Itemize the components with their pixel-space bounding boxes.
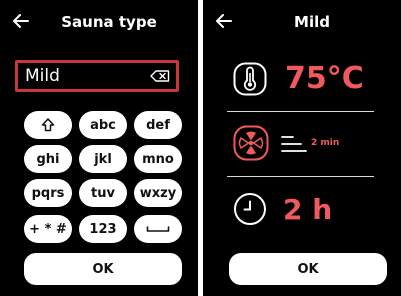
arrow-left-icon bbox=[13, 14, 29, 28]
backspace-icon bbox=[150, 70, 170, 82]
key-label: ghi bbox=[36, 151, 60, 167]
ok-label: OK bbox=[297, 261, 319, 277]
key-label: pqrs bbox=[31, 185, 65, 201]
key-label: mno bbox=[142, 151, 174, 167]
key-mno[interactable]: mno bbox=[134, 145, 182, 173]
key-wxzy[interactable]: wxzy bbox=[134, 179, 182, 207]
key-jkl[interactable]: jkl bbox=[79, 145, 127, 173]
key-def[interactable]: def bbox=[134, 111, 182, 139]
key-label: wxzy bbox=[139, 185, 177, 201]
key-label: tuv bbox=[91, 185, 115, 201]
key-pqrs[interactable]: pqrs bbox=[24, 179, 72, 207]
key-ghi[interactable]: ghi bbox=[24, 145, 72, 173]
temperature-value: 75°C bbox=[285, 61, 364, 96]
key-abc[interactable]: abc bbox=[79, 111, 127, 139]
key-label: abc bbox=[90, 117, 116, 133]
key-symbols[interactable]: + * # bbox=[24, 215, 72, 243]
sauna-program-screen: Mild 75°C 2 min 2 h OK bbox=[203, 0, 401, 296]
clock-icon bbox=[234, 193, 266, 225]
page-title: Sauna type bbox=[61, 13, 157, 31]
thermometer-icon bbox=[233, 62, 267, 96]
temperature-setting-button[interactable] bbox=[233, 62, 267, 100]
input-value: Mild bbox=[25, 66, 60, 86]
divider bbox=[227, 111, 374, 112]
fan-setting-button[interactable] bbox=[233, 125, 269, 165]
ok-label: OK bbox=[92, 261, 114, 277]
sauna-name-input[interactable]: Mild bbox=[15, 60, 179, 92]
key-numbers[interactable]: 123 bbox=[79, 215, 127, 243]
page-title: Mild bbox=[294, 13, 330, 31]
back-button[interactable] bbox=[10, 10, 32, 32]
key-tuv[interactable]: tuv bbox=[79, 179, 127, 207]
key-label: 123 bbox=[89, 221, 117, 237]
key-label: + * # bbox=[29, 221, 67, 237]
back-button[interactable] bbox=[213, 10, 235, 32]
arrow-left-icon bbox=[216, 14, 232, 28]
backspace-button[interactable] bbox=[148, 66, 172, 86]
key-label: def bbox=[146, 117, 170, 133]
fan-icon bbox=[233, 125, 269, 161]
space-bar-icon bbox=[146, 226, 170, 232]
timer-value: 2 h bbox=[283, 193, 333, 226]
sauna-type-screen: Sauna type Mild abc def ghi jkl mno pqrs… bbox=[0, 0, 198, 296]
divider bbox=[227, 176, 374, 177]
timer-setting-button[interactable] bbox=[233, 192, 267, 230]
fan-level-lines-icon bbox=[281, 136, 307, 152]
space-key[interactable] bbox=[134, 215, 182, 243]
fan-duration: 2 min bbox=[311, 138, 340, 148]
shift-key[interactable] bbox=[24, 111, 72, 139]
ok-button[interactable]: OK bbox=[24, 253, 182, 285]
ok-button[interactable]: OK bbox=[229, 253, 387, 285]
key-label: jkl bbox=[94, 151, 112, 167]
shift-arrow-icon bbox=[41, 118, 55, 132]
